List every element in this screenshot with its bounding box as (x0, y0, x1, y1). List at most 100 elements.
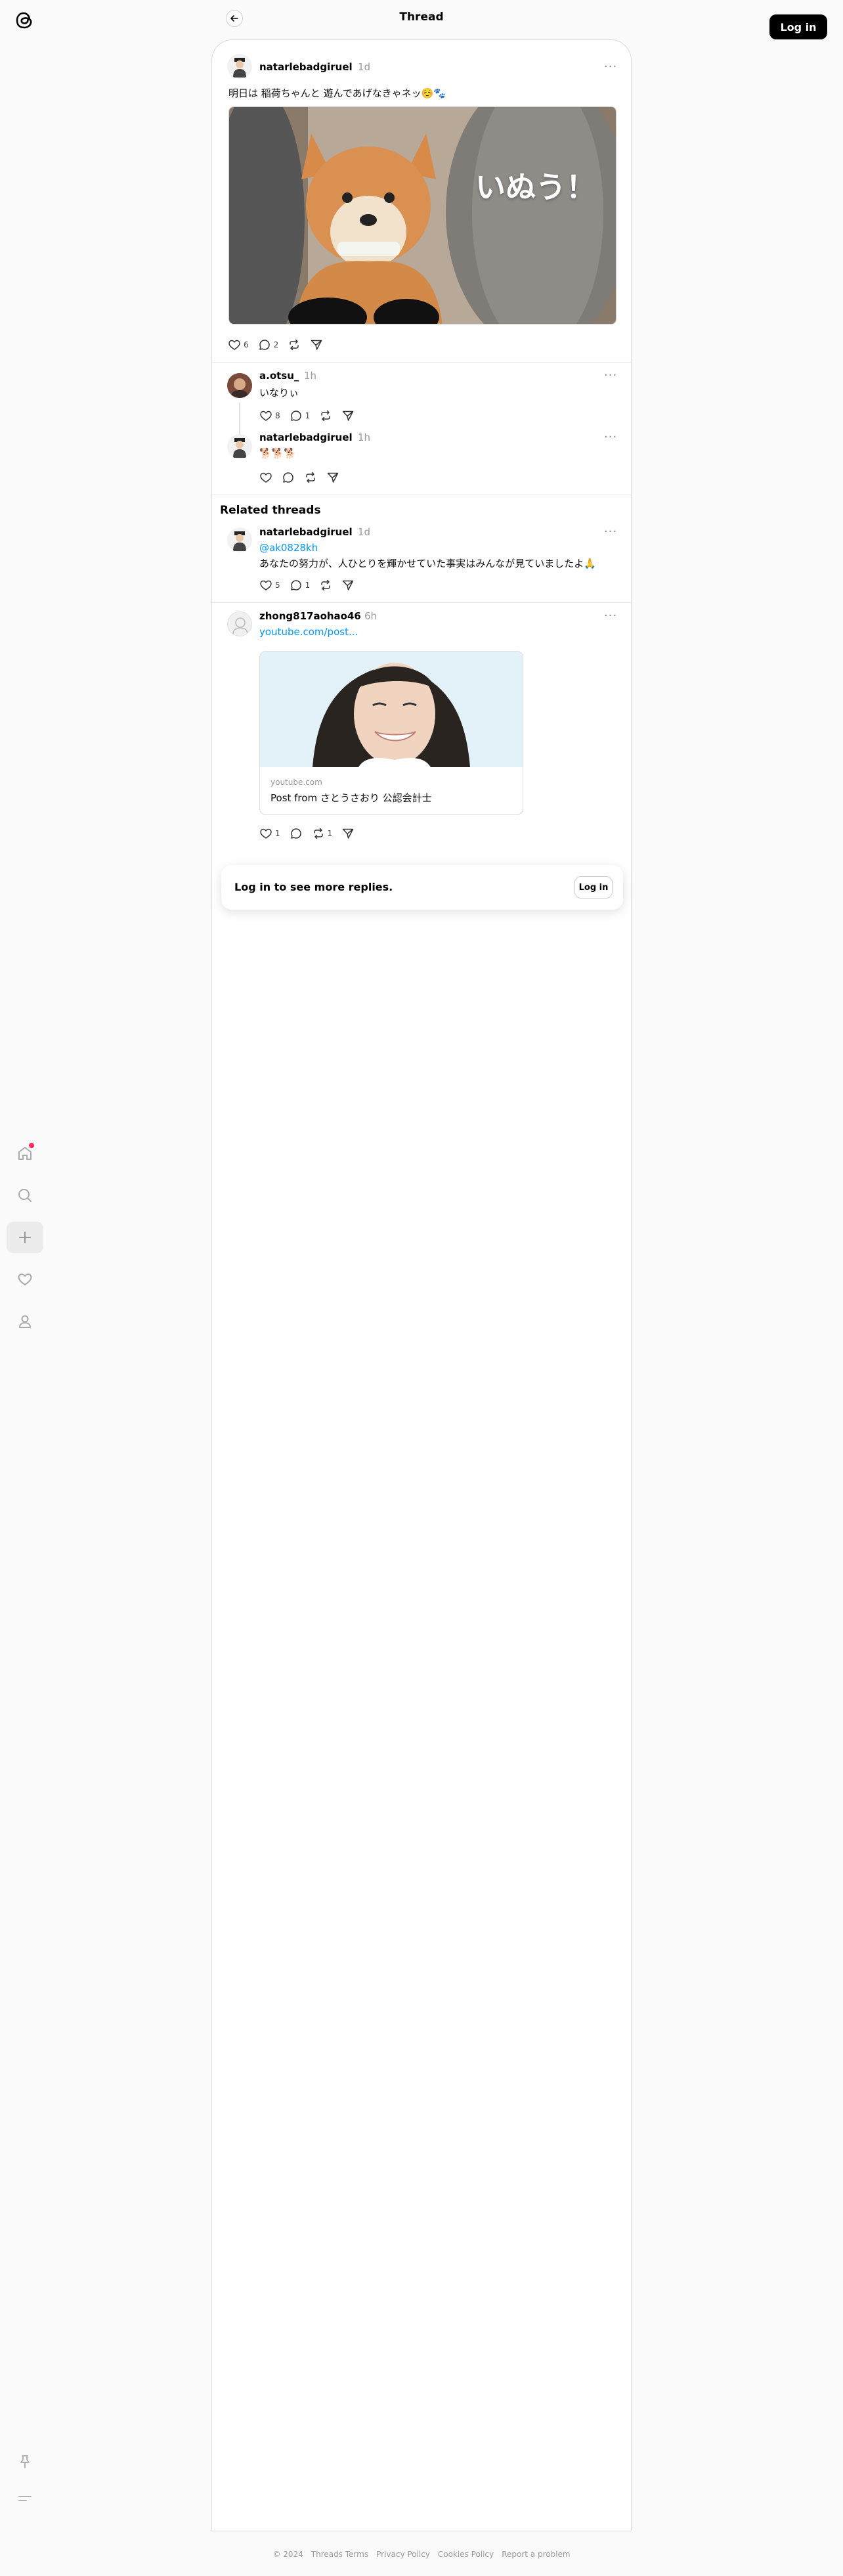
login-button[interactable]: Log in (769, 14, 827, 39)
reply-button[interactable] (290, 827, 303, 840)
reply-time: 1h (304, 370, 317, 382)
repost-icon (321, 410, 331, 422)
reply-count: 1 (305, 581, 311, 590)
post-text: 明日は 稲荷ちゃんと 遊んであげなきゃネッ☺️🐾 (228, 87, 446, 99)
external-link[interactable]: youtube.com/post... (259, 626, 358, 638)
heart-icon (260, 472, 272, 483)
footer-link-cookies[interactable]: Cookies Policy (438, 2550, 494, 2559)
send-icon (343, 411, 354, 421)
reply-button[interactable]: 2 (258, 338, 279, 351)
repost-button[interactable] (288, 338, 301, 351)
avatar[interactable] (227, 434, 252, 459)
comment-icon (290, 411, 301, 421)
reply-button[interactable]: 1 (290, 579, 311, 592)
reply-count: 2 (273, 340, 279, 349)
repost-count: 1 (327, 829, 333, 838)
heart-icon (260, 828, 272, 839)
avatar[interactable] (227, 527, 252, 552)
login-prompt-text: Log in to see more replies. (234, 881, 393, 893)
heart-icon (18, 1274, 32, 1285)
like-count: 8 (275, 411, 280, 420)
repost-button[interactable] (319, 409, 332, 422)
share-button[interactable] (341, 827, 355, 840)
repost-icon (290, 339, 299, 351)
repost-icon (313, 828, 323, 839)
more-options-button[interactable]: ··· (604, 60, 617, 74)
footer-link-privacy[interactable]: Privacy Policy (376, 2550, 430, 2559)
share-button[interactable] (310, 338, 323, 351)
page-title: Thread (399, 11, 444, 24)
divider (212, 362, 631, 363)
image-caption-text: いぬう！ (475, 169, 596, 205)
footer-copyright: © 2024 (272, 2550, 303, 2559)
send-icon (327, 472, 339, 483)
related-actions: 1 1 (259, 826, 364, 841)
send-icon (343, 580, 354, 590)
side-navigation (7, 1138, 43, 1348)
reply-actions (259, 470, 349, 485)
heart-icon (260, 411, 272, 421)
more-options-button[interactable]: ··· (604, 430, 617, 444)
mention-link[interactable]: @ak0828kh (259, 542, 318, 554)
more-options-button[interactable]: ··· (604, 368, 617, 382)
repost-button[interactable]: 1 (312, 827, 333, 840)
repost-icon (306, 472, 315, 483)
avatar[interactable] (227, 373, 252, 398)
reply-text: 🐕🐕🐕 (259, 447, 297, 459)
menu-icon (18, 2496, 32, 2501)
like-button[interactable]: 5 (259, 579, 280, 592)
like-button[interactable]: 1 (259, 827, 280, 840)
comment-icon (290, 828, 301, 839)
like-count: 1 (275, 829, 280, 838)
nav-search[interactable] (7, 1180, 43, 1211)
like-button[interactable]: 6 (228, 338, 249, 351)
back-button[interactable] (226, 10, 243, 27)
plus-icon (19, 1232, 31, 1243)
comment-icon (283, 472, 293, 483)
reply-button[interactable] (282, 471, 295, 484)
footer: © 2024 Threads Terms Privacy Policy Cook… (0, 2550, 843, 2559)
repost-button[interactable] (319, 579, 332, 592)
post-time: 1d (358, 61, 371, 73)
reply-username[interactable]: natarlebadgiruel (259, 432, 353, 443)
send-icon (311, 340, 322, 350)
like-button[interactable]: 8 (259, 409, 280, 422)
like-button[interactable] (259, 471, 272, 484)
more-options-button[interactable]: ··· (604, 525, 617, 539)
threads-logo-icon[interactable] (13, 9, 35, 32)
menu-button[interactable] (7, 2484, 43, 2513)
avatar[interactable] (227, 54, 252, 79)
reply-username[interactable]: a.otsu_ (259, 370, 299, 382)
nav-profile[interactable] (7, 1306, 43, 1337)
more-options-button[interactable]: ··· (604, 609, 617, 623)
related-threads-title: Related threads (220, 504, 321, 517)
reply-actions: 8 1 (259, 408, 364, 424)
heart-icon (260, 580, 272, 590)
post-username[interactable]: natarlebadgiruel (259, 61, 353, 73)
footer-link-terms[interactable]: Threads Terms (311, 2550, 368, 2559)
thread-panel: natarlebadgiruel 1d ··· 明日は 稲荷ちゃんと 遊んであげ… (211, 39, 632, 2531)
link-preview-card[interactable]: youtube.com Post from さとうさおり 公認会計士 (259, 651, 523, 815)
share-button[interactable] (341, 409, 355, 422)
nav-activity[interactable] (7, 1264, 43, 1295)
related-username[interactable]: natarlebadgiruel (259, 526, 353, 538)
like-count: 5 (275, 581, 280, 590)
reply-button[interactable]: 1 (290, 409, 310, 422)
post-image[interactable]: いぬう！ (228, 106, 616, 324)
login-prompt-button[interactable]: Log in (574, 876, 613, 899)
link-preview-domain: youtube.com (270, 778, 322, 787)
related-username[interactable]: zhong817aohao46 (259, 610, 361, 622)
pin-button[interactable] (7, 2447, 43, 2476)
link-preview-title: Post from さとうさおり 公認会計士 (270, 792, 432, 804)
footer-link-report[interactable]: Report a problem (502, 2550, 570, 2559)
share-button[interactable] (341, 579, 355, 592)
post-actions: 6 2 (228, 337, 332, 353)
repost-button[interactable] (304, 471, 317, 484)
nav-create[interactable] (7, 1222, 43, 1253)
nav-home[interactable] (7, 1138, 43, 1169)
login-prompt: Log in to see more replies. Log in (221, 865, 623, 910)
share-button[interactable] (326, 471, 339, 484)
related-time: 1d (358, 526, 371, 538)
avatar[interactable] (227, 611, 252, 636)
like-count: 6 (244, 340, 249, 349)
